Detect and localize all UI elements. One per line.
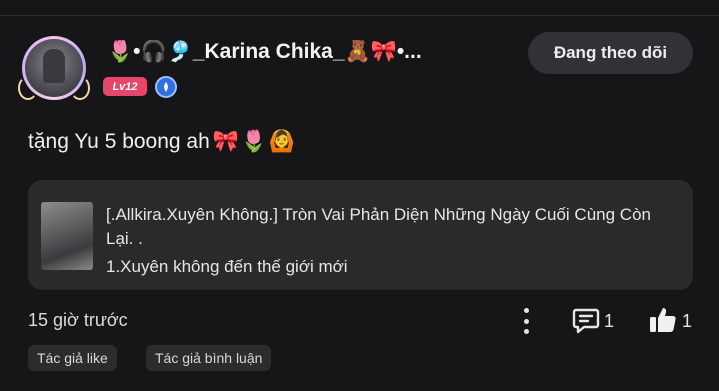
reply-count: 1 [604,311,615,331]
work-title: [.Allkira.Xuyên Không.] Tròn Vai Phản Di… [106,205,651,248]
timestamp: 15 giờ trước [28,310,128,330]
like-count: 1 [682,311,693,331]
avatar-wing-right [70,76,90,100]
reply-comment-icon[interactable] [572,307,600,340]
linked-work-card[interactable]: [.Allkira.Xuyên Không.] Tròn Vai Phản Di… [28,180,693,290]
ribbon-emoji: 🎀 [212,130,239,153]
top-divider [0,15,719,16]
tag-author-replied: Tác giả bình luận [146,345,272,371]
work-cover-image [41,202,93,270]
person-gesturing-emoji: 🙆 [268,130,295,153]
tag-author-liked: Tác giả like [28,345,117,371]
following-button[interactable]: Đang theo dõi [528,32,693,74]
comment-body: tặng Yu 5 boong ah 🎀 🌷 🙆 [28,130,295,154]
tulip-emoji: 🌷 [240,130,267,153]
avatar-wing-left [18,76,38,100]
level-badge: Lv12 [103,77,147,96]
thumbs-up-icon[interactable] [648,305,678,340]
more-vertical-icon[interactable] [516,306,536,336]
verified-icon [155,76,177,98]
username[interactable]: 🌷•🎧🎐_Karina Chika_🧸🎀•... [107,40,517,64]
chapter-title: 1.Xuyên không đến thế giới mới [106,257,348,276]
comment-text: tặng Yu 5 boong ah [28,130,210,153]
avatar[interactable] [18,36,98,112]
